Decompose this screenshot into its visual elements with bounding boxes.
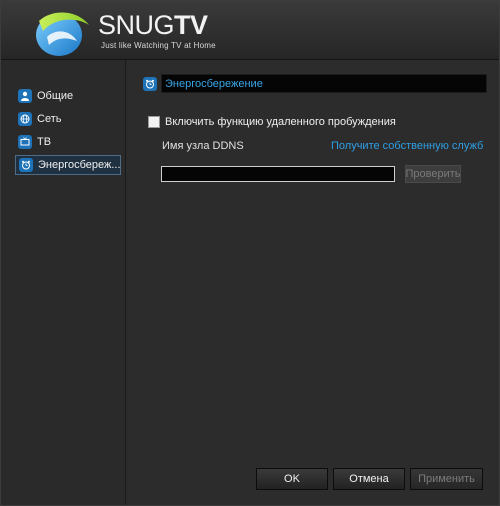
settings-sidebar: Общие Сеть ТВ Энергосбереж...	[1, 60, 126, 505]
ok-button[interactable]: OK	[256, 468, 328, 490]
settings-content: Энергосбережение Включить функцию удален…	[126, 60, 499, 505]
user-icon	[18, 89, 32, 103]
sidebar-item-tv[interactable]: ТВ	[15, 132, 121, 152]
remote-wake-row: Включить функцию удаленного пробуждения	[148, 116, 396, 128]
brand-part-1: SNUG	[98, 10, 175, 40]
sidebar-item-label: Сеть	[37, 113, 62, 125]
section-header: Энергосбережение	[143, 74, 487, 93]
tv-icon	[18, 135, 32, 149]
sidebar-item-label: Энергосбереж...	[38, 159, 120, 171]
sidebar-item-power-saving[interactable]: Энергосбереж...	[15, 155, 121, 175]
sidebar-item-general[interactable]: Общие	[15, 86, 121, 106]
sidebar-item-label: Общие	[37, 90, 74, 102]
app-header: SNUGTV Just like Watching TV at Home	[1, 1, 499, 60]
apply-button[interactable]: Применить	[410, 468, 483, 490]
globe-icon	[18, 112, 32, 126]
section-title: Энергосбережение	[161, 74, 487, 93]
sidebar-item-network[interactable]: Сеть	[15, 109, 121, 129]
get-service-link[interactable]: Получите собственную служб	[331, 140, 483, 152]
cancel-button[interactable]: Отмена	[333, 468, 405, 490]
brand-name: SNUGTV	[98, 11, 208, 39]
remote-wake-checkbox[interactable]	[148, 116, 160, 128]
snugtv-logo-icon	[36, 12, 89, 56]
sidebar-item-label: ТВ	[37, 136, 52, 148]
settings-window: SNUGTV Just like Watching TV at Home Общ…	[0, 0, 500, 506]
ddns-host-label: Имя узла DDNS	[162, 140, 244, 152]
check-button[interactable]: Проверить	[405, 165, 461, 183]
alarm-clock-icon	[19, 158, 33, 172]
remote-wake-label: Включить функцию удаленного пробуждения	[165, 116, 396, 128]
alarm-clock-icon	[143, 76, 157, 91]
ddns-host-input[interactable]	[161, 166, 395, 182]
brand-part-2: TV	[174, 10, 208, 40]
brand-tagline: Just like Watching TV at Home	[101, 41, 216, 50]
